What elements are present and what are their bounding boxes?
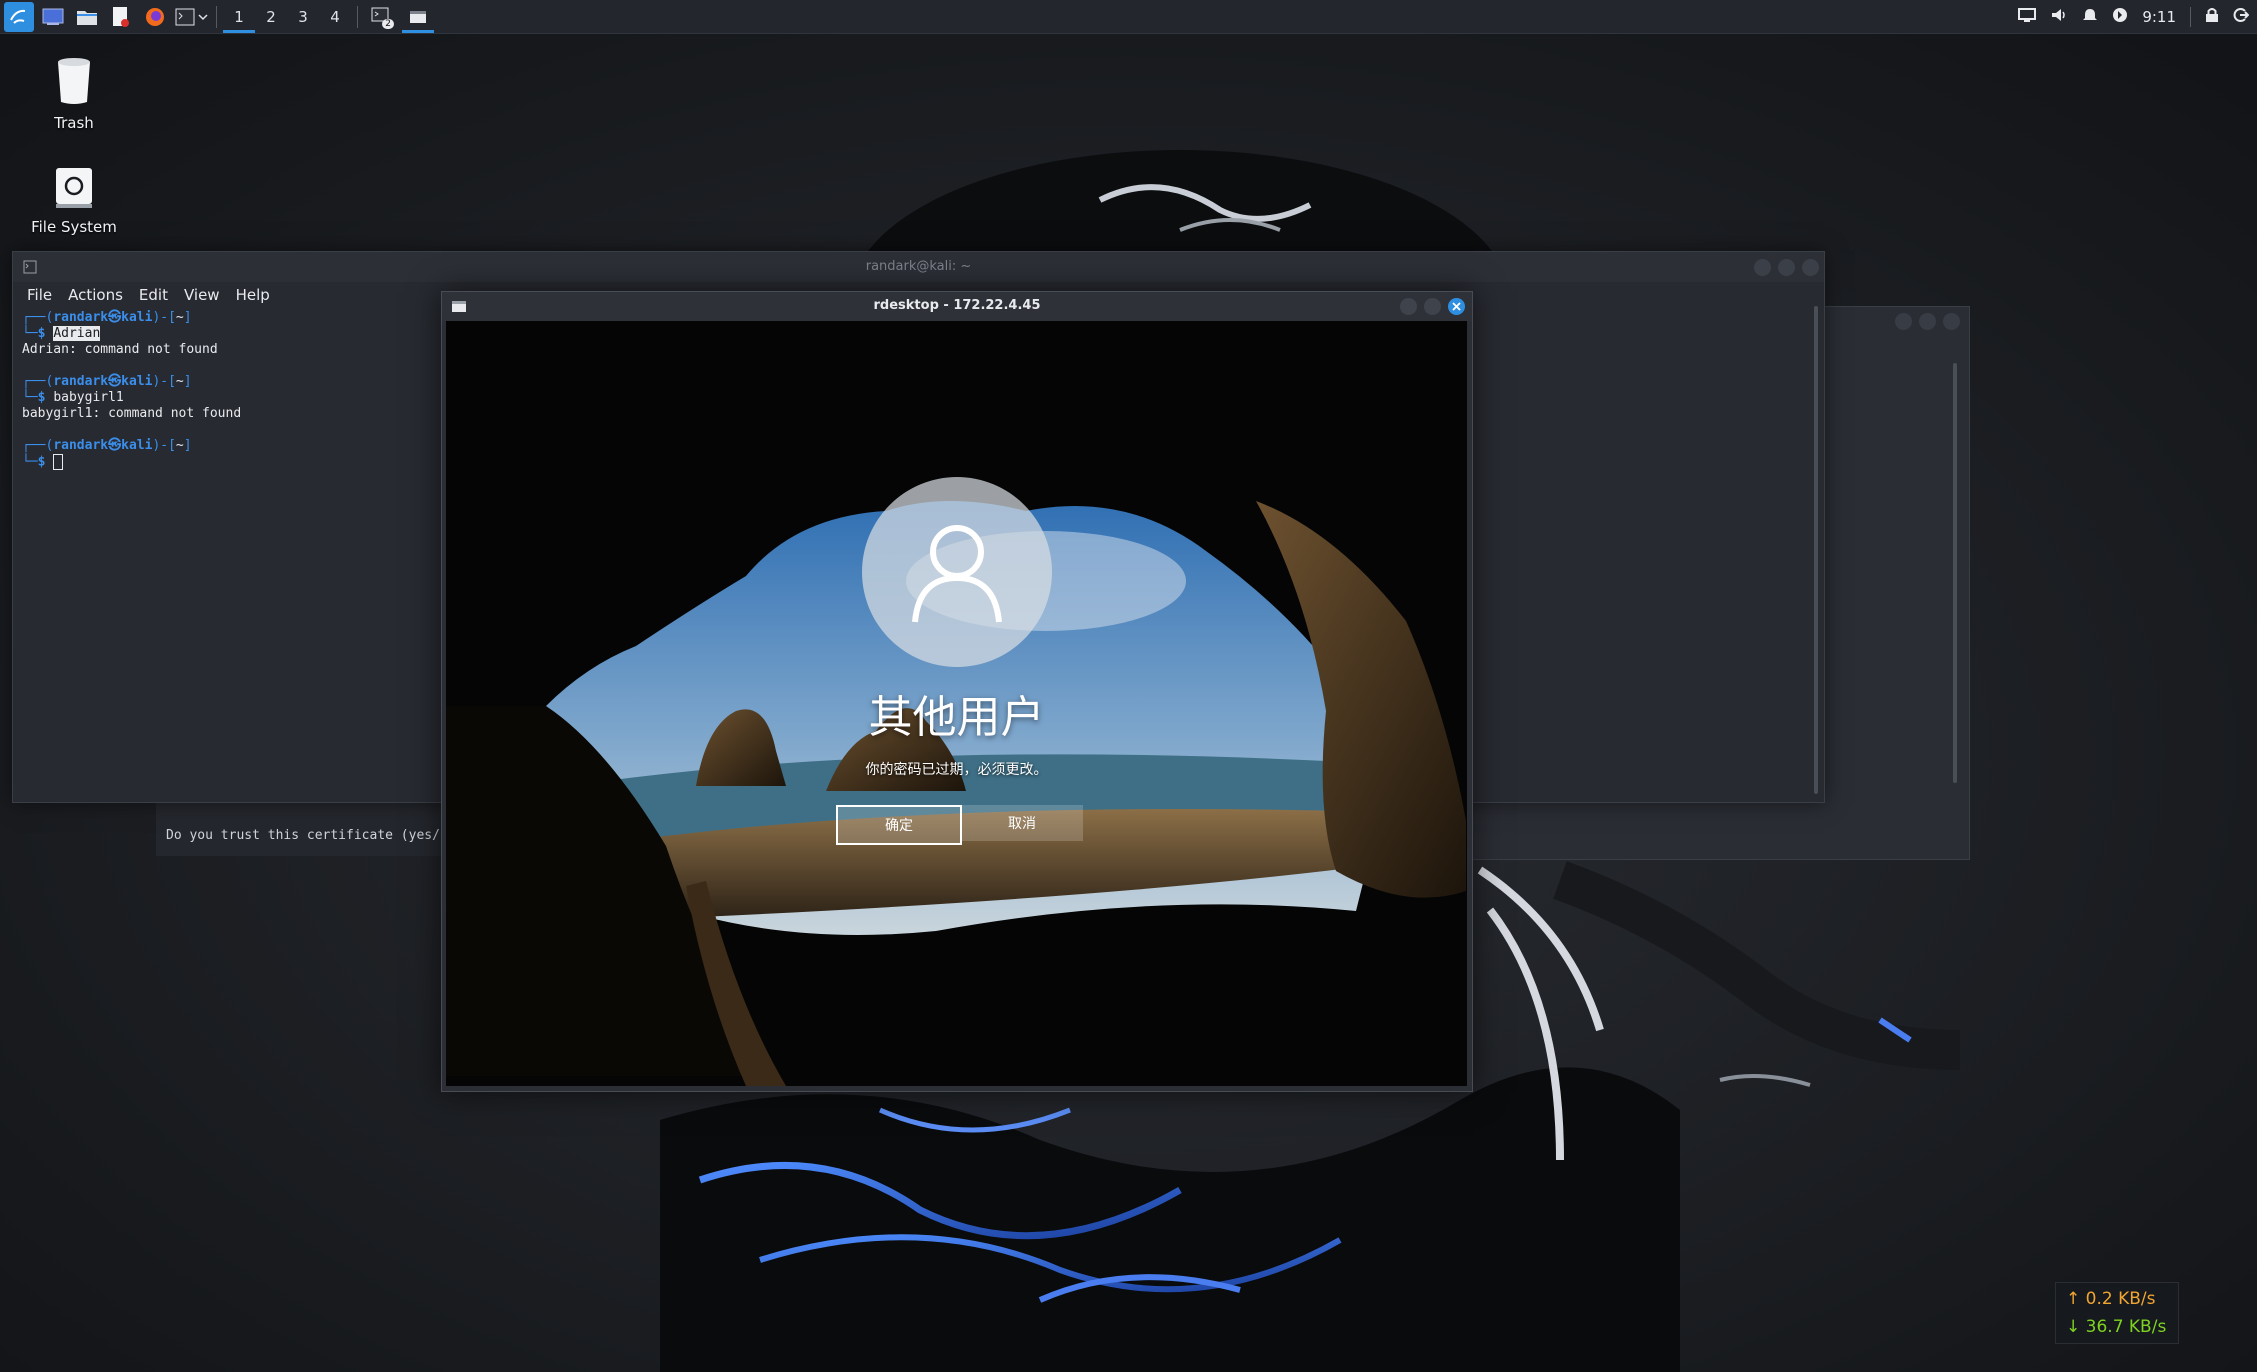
file-manager-icon[interactable]	[72, 2, 102, 32]
close-button[interactable]	[1802, 259, 1819, 276]
minimize-button[interactable]	[1895, 313, 1912, 330]
logout-icon[interactable]	[2233, 7, 2250, 27]
download-speed-value: 36.7 KB/s	[2085, 1317, 2167, 1337]
login-user-name: 其他用户	[868, 692, 1045, 743]
menu-edit[interactable]: Edit	[139, 286, 168, 304]
upload-speed: ↑ 0.2 KB/s	[2066, 1289, 2178, 1317]
terminal-count-badge: 2	[382, 19, 394, 29]
chevron-down-icon[interactable]	[196, 2, 210, 32]
taskbar-terminal-group[interactable]: 2	[364, 0, 400, 33]
display-icon[interactable]	[2018, 7, 2037, 27]
prompt-host: kali	[121, 438, 153, 453]
close-icon	[1452, 302, 1461, 311]
maximize-button[interactable]	[1424, 298, 1441, 315]
menu-help[interactable]: Help	[236, 286, 270, 304]
firefox-icon[interactable]	[140, 2, 170, 32]
maximize-button[interactable]	[1778, 259, 1795, 276]
text-cursor	[53, 454, 64, 470]
close-button[interactable]	[1943, 313, 1960, 330]
upload-speed-value: 0.2 KB/s	[2085, 1289, 2156, 1309]
user-silhouette-icon	[912, 525, 1002, 623]
drive-icon	[56, 168, 92, 208]
desktop-icon-trash[interactable]: Trash	[19, 56, 129, 132]
command-text: Adrian	[53, 326, 101, 341]
remote-desktop-screen[interactable]: 其他用户 你的密码已过期，必须更改。 确定 取消	[446, 321, 1467, 1086]
workspace-1[interactable]: 1	[223, 0, 255, 33]
prompt-host: kali	[121, 310, 153, 325]
panel-separator	[357, 5, 358, 28]
volume-icon[interactable]	[2050, 7, 2068, 27]
notification-bell-icon[interactable]	[2082, 7, 2098, 27]
terminal-launcher-icon[interactable]	[174, 2, 196, 32]
minimize-button[interactable]	[1754, 259, 1771, 276]
cancel-button[interactable]: 取消	[961, 805, 1083, 841]
prompt-user: randark	[53, 310, 109, 325]
menu-actions[interactable]: Actions	[68, 286, 123, 304]
rdesktop-titlebar[interactable]: rdesktop - 172.22.4.45	[442, 292, 1472, 321]
workspace-4[interactable]: 4	[319, 0, 351, 33]
certificate-trust-prompt: Do you trust this certificate (yes/no)?	[166, 828, 472, 843]
menu-view[interactable]: View	[184, 286, 220, 304]
maximize-button[interactable]	[1919, 313, 1936, 330]
close-button[interactable]	[1448, 298, 1465, 315]
kali-menu-icon[interactable]	[4, 1, 34, 32]
arrow-up-icon: ↑	[2066, 1289, 2086, 1309]
lock-screen-icon[interactable]	[2205, 7, 2219, 27]
text-editor-icon[interactable]	[106, 2, 136, 32]
download-speed: ↓ 36.7 KB/s	[2066, 1317, 2178, 1337]
show-desktop-icon[interactable]	[38, 2, 68, 32]
system-tray: 9:11	[2018, 0, 2250, 33]
desktop-icon-label: Trash	[54, 114, 94, 132]
prompt-dir: ~	[175, 374, 184, 389]
terminal-titlebar[interactable]: randark@kali: ~	[13, 252, 1824, 282]
panel-separator	[216, 5, 217, 28]
terminal-title: randark@kali: ~	[865, 259, 972, 274]
desktop-icon-file-system[interactable]: File System	[19, 166, 129, 236]
password-expired-message: 你的密码已过期，必须更改。	[865, 762, 1048, 778]
rdesktop-title: rdesktop - 172.22.4.45	[873, 298, 1041, 313]
menu-file[interactable]: File	[27, 286, 52, 304]
command-text: babygirl1	[53, 390, 124, 405]
tray-separator	[2190, 6, 2191, 27]
terminal-scrollbar[interactable]	[1814, 306, 1818, 794]
prompt-user: randark	[53, 438, 109, 453]
power-manager-icon[interactable]	[2112, 7, 2128, 27]
desktop-icon-label: File System	[31, 218, 117, 236]
minimize-button[interactable]	[1400, 298, 1417, 315]
panel-clock[interactable]: 9:11	[2142, 8, 2176, 26]
workspace-3[interactable]: 3	[287, 0, 319, 33]
prompt-dir: ~	[175, 438, 184, 453]
network-speed-widget: ↑ 0.2 KB/s ↓ 36.7 KB/s	[2055, 1282, 2179, 1344]
workspace-2[interactable]: 2	[255, 0, 287, 33]
trash-icon	[58, 58, 90, 104]
scrollbar[interactable]	[1953, 363, 1957, 783]
rdesktop-window[interactable]: rdesktop - 172.22.4.45 其他用户 你的密码已过期，必须更改…	[441, 291, 1473, 1092]
taskbar-rdesktop[interactable]	[400, 0, 436, 33]
prompt-host: kali	[121, 374, 153, 389]
ok-button[interactable]: 确定	[836, 805, 962, 845]
top-panel: 1 2 3 4 2 9:11	[0, 0, 2257, 34]
prompt-user: randark	[53, 374, 109, 389]
prompt-dir: ~	[175, 310, 184, 325]
arrow-down-icon: ↓	[2066, 1317, 2086, 1337]
user-avatar	[862, 477, 1052, 667]
